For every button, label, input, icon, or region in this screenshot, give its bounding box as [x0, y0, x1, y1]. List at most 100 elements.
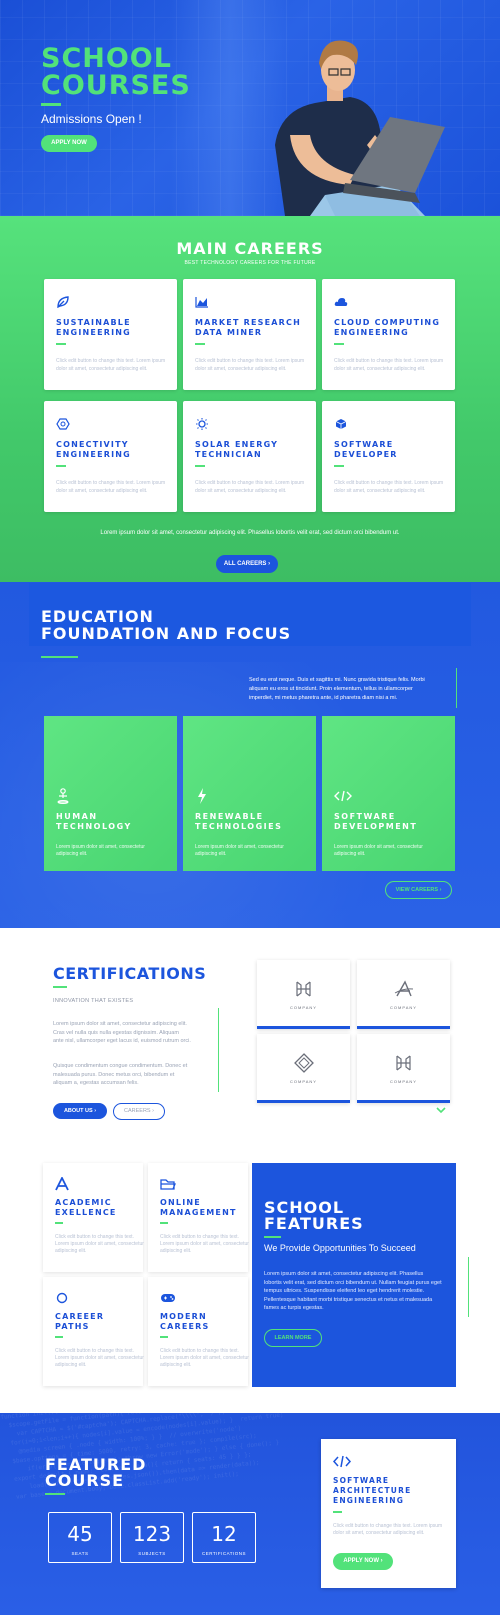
- career-card[interactable]: SUSTAINABLE ENGINEERING Click edit butto…: [44, 279, 177, 390]
- folder-icon: [160, 1179, 176, 1190]
- certifications-paragraph: Quisque condimentum congue condimentum. …: [53, 1063, 188, 1086]
- career-card[interactable]: CLOUD COMPUTING ENGINEERING Click edit b…: [322, 279, 455, 390]
- main-careers-section: [0, 216, 500, 582]
- feature-card[interactable]: CAREEER PATHS Click edit button to chang…: [43, 1277, 144, 1386]
- cloud-icon: [334, 298, 348, 306]
- title-underline: [195, 465, 205, 467]
- feature-card-title: ONLINE MANAGEMENT: [160, 1198, 237, 1217]
- careers-button[interactable]: CAREERS ›: [113, 1103, 165, 1120]
- about-us-button[interactable]: ABOUT US ›: [53, 1103, 107, 1119]
- stat-seats: 45 SEATS: [48, 1512, 112, 1563]
- career-card-text: Click edit button to change this text. L…: [195, 358, 305, 372]
- certifications-title: CERTIFICATIONS: [53, 964, 207, 983]
- area-chart-icon: [195, 297, 208, 308]
- letter-a-icon: [55, 1177, 69, 1191]
- career-card-title: CONECTIVITY ENGINEERING: [56, 440, 131, 459]
- career-card[interactable]: MARKET RESEARCH DATA MINER Click edit bu…: [183, 279, 316, 390]
- title-underline: [55, 1222, 63, 1224]
- feature-card[interactable]: ACADEMIC EXELLENCE Click edit button to …: [43, 1163, 144, 1272]
- career-card-title: SOLAR ENERGY TECHNICIAN: [195, 440, 279, 459]
- education-tile-text: Lorem ipsum dolor sit amet, consectetur …: [56, 844, 145, 857]
- all-careers-button[interactable]: ALL CAREERS ›: [216, 555, 278, 573]
- feature-card-text: Click edit button to change this text. L…: [55, 1234, 144, 1254]
- feature-card[interactable]: ONLINE MANAGEMENT Click edit button to c…: [148, 1163, 249, 1272]
- career-card-title: SUSTAINABLE ENGINEERING: [56, 318, 131, 337]
- education-tile-text: Lorem ipsum dolor sit amet, consectetur …: [334, 844, 423, 857]
- apply-now-button[interactable]: APPLY NOW ›: [333, 1553, 393, 1570]
- school-features-title: SCHOOL FEATURES: [264, 1198, 364, 1233]
- diamond-logo-icon: [294, 1053, 314, 1073]
- feature-card-text: Click edit button to change this text. L…: [160, 1348, 249, 1368]
- divider: [218, 1008, 219, 1092]
- title-underline: [55, 1336, 63, 1338]
- code-icon: [333, 1455, 351, 1468]
- featured-course-title: FEATURED COURSE: [45, 1455, 147, 1490]
- education-tile[interactable]: HUMAN TECHNOLOGY Lorem ipsum dolor sit a…: [44, 716, 177, 871]
- career-card-title: SOFTWARE DEVELOPER: [334, 440, 398, 459]
- feature-card-title: ACADEMIC EXELLENCE: [55, 1198, 117, 1217]
- student-with-laptop-image: [275, 40, 445, 216]
- career-card[interactable]: SOFTWARE DEVELOPER Click edit button to …: [322, 401, 455, 512]
- main-careers-title: MAIN CAREERS: [176, 239, 324, 258]
- title-underline: [56, 343, 66, 345]
- main-careers-subtitle: BEST TECHNOLOGY CAREERS FOR THE FUTURE: [184, 260, 316, 266]
- careers-footer-text: Lorem ipsum dolor sit amet, consectetur …: [100, 530, 400, 536]
- education-tile-title: RENEWABLE TECHNOLOGIES: [195, 812, 283, 831]
- h-logo-icon: [296, 981, 311, 997]
- hero-subtitle: Admissions Open !: [41, 112, 142, 126]
- title-underline: [334, 343, 344, 345]
- title-underline: [56, 465, 66, 467]
- education-intro: Sed eu erat neque. Duis et sagittis mi. …: [249, 677, 425, 701]
- leaf-icon: [57, 296, 69, 308]
- gamepad-icon: [161, 1294, 175, 1302]
- hexagon-icon: [56, 418, 70, 430]
- title-underline: [160, 1222, 168, 1224]
- certifications-subtitle: INNOVATION THAT EXISTES: [53, 998, 134, 1004]
- learn-more-button[interactable]: LEARN MORE: [264, 1329, 322, 1347]
- education-tile-text: Lorem ipsum dolor sit amet, consectetur …: [195, 844, 284, 857]
- stat-certifications: 12 CERTIFICATIONS: [192, 1512, 256, 1563]
- feature-card-title: MODERN CAREERS: [160, 1312, 210, 1331]
- cube-icon: [335, 419, 347, 429]
- feature-card-text: Click edit button to change this text. L…: [160, 1234, 249, 1254]
- title-underline: [334, 465, 344, 467]
- school-features-underline: [264, 1236, 281, 1238]
- hero-title-underline: [41, 103, 61, 106]
- school-features-tagline: We Provide Opportunities To Succeed: [264, 1243, 416, 1253]
- view-careers-button[interactable]: VIEW CAREERS ›: [385, 881, 452, 899]
- career-card-title: MARKET RESEARCH DATA MINER: [195, 318, 301, 337]
- featured-course-card-text: Click edit button to change this text. L…: [333, 1523, 443, 1536]
- career-card[interactable]: SOLAR ENERGY TECHNICIAN Click edit butto…: [183, 401, 316, 512]
- company-logo-card[interactable]: COMPANY: [357, 960, 450, 1029]
- education-title-underline: [41, 656, 78, 658]
- company-logo-card[interactable]: COMPANY: [257, 960, 350, 1029]
- featured-course-card-title: SOFTWARE ARCHITECTURE ENGINEERING: [333, 1476, 412, 1505]
- feature-card[interactable]: MODERN CAREERS Click edit button to chan…: [148, 1277, 249, 1386]
- education-tile[interactable]: RENEWABLE TECHNOLOGIES Lorem ipsum dolor…: [183, 716, 316, 871]
- apply-now-button[interactable]: APPLY NOW: [41, 135, 97, 152]
- sun-icon: [196, 418, 208, 430]
- feature-card-title: CAREEER PATHS: [55, 1312, 105, 1331]
- chevron-down-icon[interactable]: [436, 1107, 446, 1114]
- career-card-text: Click edit button to change this text. L…: [195, 480, 305, 494]
- divider: [456, 668, 457, 708]
- featured-course-underline: [45, 1493, 65, 1495]
- career-card-text: Click edit button to change this text. L…: [334, 358, 444, 372]
- featured-course-card[interactable]: SOFTWARE ARCHITECTURE ENGINEERING Click …: [321, 1439, 456, 1588]
- education-title: EDUCATION FOUNDATION AND FOCUS: [41, 607, 292, 643]
- stat-subjects: 123 SUBJECTS: [120, 1512, 184, 1563]
- certifications-underline: [53, 986, 67, 988]
- education-tile-title: HUMAN TECHNOLOGY: [56, 812, 132, 831]
- company-logo-card[interactable]: COMPANY: [257, 1034, 350, 1103]
- code-icon: [334, 790, 352, 802]
- company-logo-card[interactable]: COMPANY: [357, 1034, 450, 1103]
- circle-icon: [56, 1292, 68, 1304]
- h-logo-icon: [396, 1055, 411, 1071]
- hero-title: SCHOOL COURSES: [41, 43, 191, 101]
- career-card[interactable]: CONECTIVITY ENGINEERING Click edit butto…: [44, 401, 177, 512]
- title-underline: [160, 1336, 168, 1338]
- title-underline: [195, 343, 205, 345]
- career-card-text: Click edit button to change this text. L…: [334, 480, 444, 494]
- education-tile[interactable]: SOFTWARE DEVELOPMENT Lorem ipsum dolor s…: [322, 716, 455, 871]
- person-icon: [57, 788, 69, 804]
